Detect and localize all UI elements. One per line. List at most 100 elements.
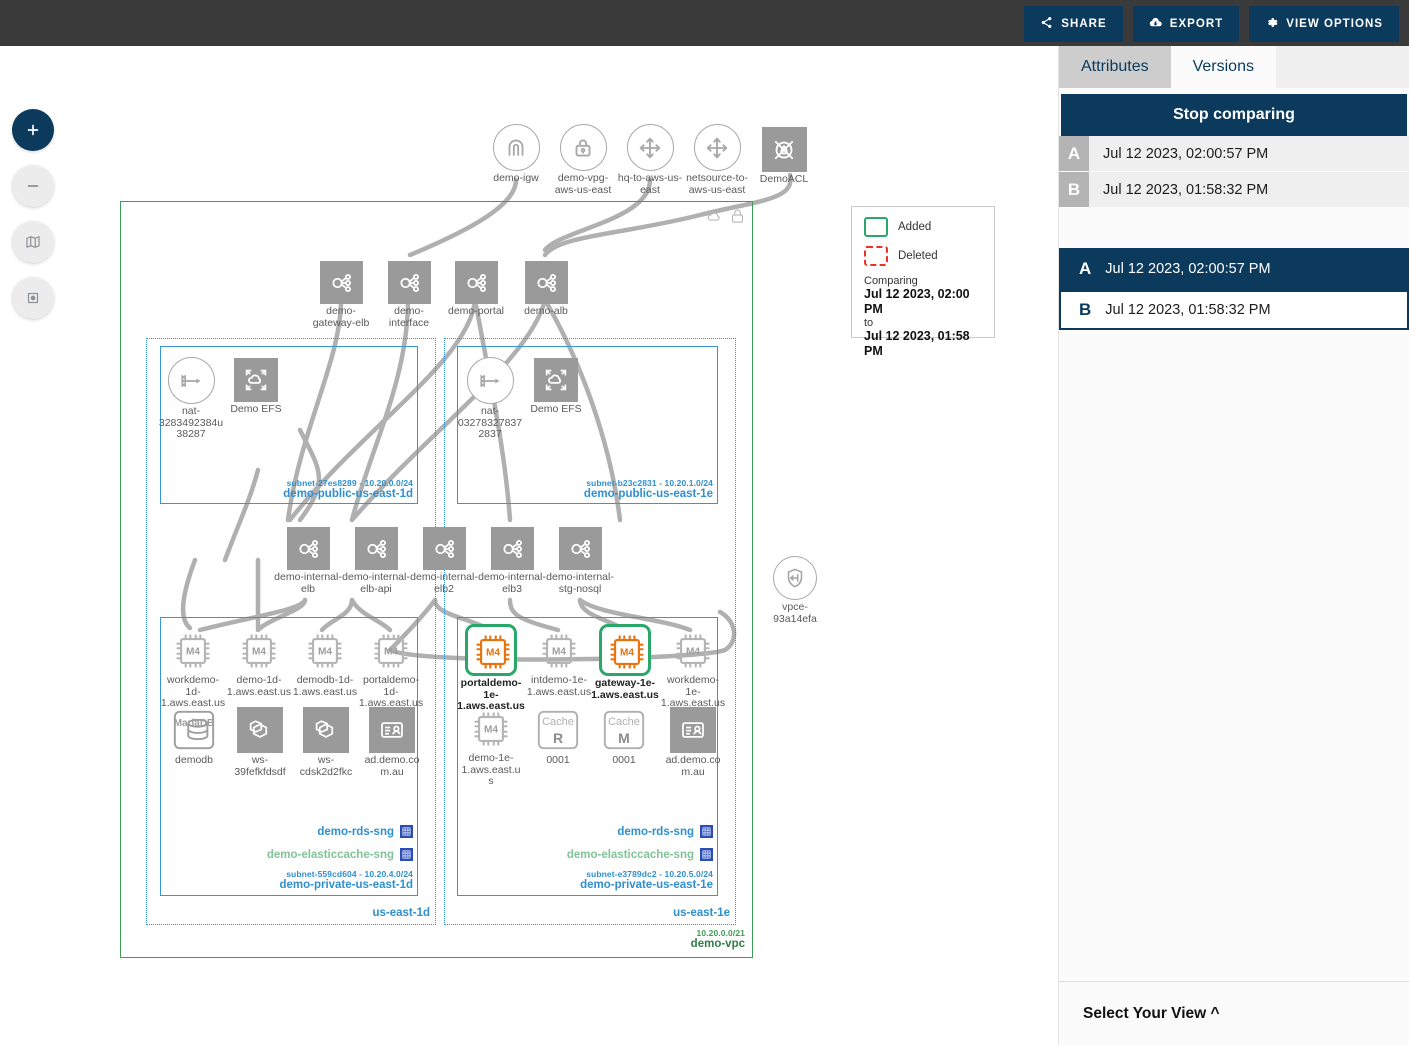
node-intdemo-1e[interactable]: M4 intdemo-1e-1.aws.east.us (526, 629, 592, 698)
node-demo-acl[interactable]: DemoACL (753, 127, 815, 186)
node-demo-portal[interactable]: demo-portal (441, 261, 511, 318)
node-demo-gateway-elb[interactable]: demo-gateway-elb (306, 261, 376, 329)
node-workdemo-1d[interactable]: M4 workdemo-1d-1.aws.east.us (160, 629, 226, 710)
efs-icon (534, 358, 578, 402)
node-demo-interface[interactable]: demo-interface (374, 261, 444, 329)
security-group-icon (700, 825, 713, 838)
node-demo-efs-1d[interactable]: Demo EFS (227, 358, 285, 416)
stop-comparing-button[interactable]: Stop comparing (1061, 94, 1407, 136)
sg-row-demo-rds-sng-1e[interactable]: demo-rds-sng (500, 825, 713, 838)
select-your-view-label: Select Your View ^ (1083, 1005, 1220, 1023)
node-label: demo-interface (374, 306, 444, 329)
node-ws-39fefkfdsdf[interactable]: ws-39fefkfdsdf (231, 707, 289, 778)
legend-date-b: Jul 12 2023, 01:58 PM (864, 329, 982, 359)
node-label: 0001 (531, 755, 585, 767)
node-ad-demo-1d[interactable]: ad.demo.com.au (363, 707, 421, 778)
sg-row-demo-elasticcache-sng-1d[interactable]: demo-elasticcache-sng (180, 848, 413, 861)
load-balancer-icon (423, 527, 466, 570)
node-demo-igw[interactable]: demo-igw (481, 124, 551, 185)
node-demo-internal-elb[interactable]: demo-internal-elb (274, 527, 342, 595)
subnet-public-1d-name: demo-public-us-east-1d (175, 488, 413, 500)
node-nat-1d[interactable]: nat-3283492384u38287 (156, 357, 226, 441)
node-label: gateway-1e-1.aws.east.us (591, 678, 659, 701)
sg-label: demo-elasticcache-sng (567, 849, 694, 861)
selected-badge-a: A (1079, 259, 1091, 279)
fit-to-screen-button[interactable] (12, 221, 54, 263)
tab-attributes[interactable]: Attributes (1059, 46, 1171, 88)
node-ws-cdsk2d2fkc[interactable]: ws-cdsk2d2fkc (297, 707, 355, 778)
node-demo-1e[interactable]: M4 demo-1e-1.aws.east.us (460, 707, 522, 788)
zoom-out-button[interactable] (12, 165, 54, 207)
node-demodb[interactable]: MariaDB demodb (165, 707, 223, 767)
node-demo-internal-stg-nosql[interactable]: demo-internal-stg-nosql (546, 527, 614, 595)
node-label: demo-gateway-elb (306, 306, 376, 329)
node-elasticache-m[interactable]: Cache M 0001 (597, 707, 651, 767)
node-demo-internal-elb3[interactable]: demo-internal-elb3 (478, 527, 546, 595)
subnet-public-1e-name: demo-public-us-east-1e (475, 488, 713, 500)
svg-text:M4: M4 (252, 647, 266, 658)
node-netsource-to-aws-us-east[interactable]: netsource-to-aws-us-east (682, 124, 752, 196)
node-label: intdemo-1e-1.aws.east.us (526, 675, 592, 698)
node-workdemo-1e[interactable]: M4 workdemo-1e-1.aws.east.us (660, 629, 726, 710)
cache-sub: R (535, 730, 581, 746)
node-hq-to-aws-us-east[interactable]: hq-to-aws-us-east (615, 124, 685, 196)
svg-text:M4: M4 (620, 648, 634, 659)
load-balancer-icon (455, 261, 498, 304)
export-button[interactable]: EXPORT (1133, 6, 1240, 42)
legend-deleted-label: Deleted (898, 250, 938, 262)
cache-badge: Cache (601, 716, 647, 728)
elasticache-icon: Cache R (535, 707, 581, 753)
legend-added-label: Added (898, 221, 931, 233)
svg-text:M4: M4 (384, 647, 398, 658)
cloud-icon (706, 208, 723, 230)
node-demo-alb[interactable]: demo-alb (511, 261, 581, 318)
subnet-public-1e-label: subnet-b23c2831 - 10.20.1.0/24 demo-publ… (475, 478, 713, 500)
node-label: demo-1d-1.aws.east.us (226, 675, 292, 698)
node-demo-internal-elb2[interactable]: demo-internal-elb2 (410, 527, 478, 595)
version-badge: A (1059, 136, 1089, 171)
ec2-instance-icon: M4 (469, 707, 513, 751)
legend-row-deleted: Deleted (864, 246, 982, 266)
subnet-private-1e-name: demo-private-us-east-1e (475, 879, 713, 891)
center-view-button[interactable] (12, 277, 54, 319)
sg-row-demo-elasticcache-sng-1e[interactable]: demo-elasticcache-sng (480, 848, 713, 861)
network-acl-icon (762, 127, 807, 172)
selected-version-b[interactable]: B Jul 12 2023, 01:58:32 PM (1059, 290, 1409, 330)
node-label: demo-1e-1.aws.east.us (460, 753, 522, 788)
version-row-b[interactable]: B Jul 12 2023, 01:58:32 PM (1059, 172, 1409, 208)
selected-badge-b: B (1079, 300, 1091, 320)
node-demo-efs-1e[interactable]: Demo EFS (527, 358, 585, 416)
share-button[interactable]: SHARE (1024, 6, 1122, 42)
node-portaldemo-1e[interactable]: M4 portaldemo-1e-1.aws.east.us (457, 624, 525, 713)
nat-gateway-icon (168, 357, 215, 404)
zoom-in-button[interactable] (12, 109, 54, 151)
selected-version-a[interactable]: A Jul 12 2023, 02:00:57 PM (1059, 248, 1409, 290)
node-demo-1d[interactable]: M4 demo-1d-1.aws.east.us (226, 629, 292, 698)
node-demo-internal-elb-api[interactable]: demo-internal-elb-api (342, 527, 410, 595)
tab-versions[interactable]: Versions (1171, 46, 1276, 88)
version-timestamp: Jul 12 2023, 01:58:32 PM (1089, 172, 1268, 207)
added-highlight: M4 (599, 624, 651, 676)
select-your-view-bar[interactable]: Select Your View ^ (1059, 981, 1409, 1045)
diagram-canvas[interactable]: 10.20.0.0/21 demo-vpc us-east-1d us-east… (0, 46, 1058, 1045)
node-demodb-1d[interactable]: M4 demodb-1d-1.aws.east.us (292, 629, 358, 698)
svg-text:M4: M4 (186, 647, 200, 658)
node-label: portaldemo-1d-1.aws.east.us (358, 675, 424, 710)
node-label: demo-vpg-aws-us-east (548, 173, 618, 196)
view-options-button[interactable]: VIEW OPTIONS (1249, 6, 1399, 42)
node-nat-1e[interactable]: nat-032783278372837 (455, 357, 525, 441)
node-portaldemo-1d[interactable]: M4 portaldemo-1d-1.aws.east.us (358, 629, 424, 710)
node-demo-vpg-aws-us-east[interactable]: demo-vpg-aws-us-east (548, 124, 618, 196)
rds-mariadb-icon: MariaDB (171, 707, 217, 753)
node-gateway-1e[interactable]: M4 gateway-1e-1.aws.east.us (591, 624, 659, 701)
version-row-a[interactable]: A Jul 12 2023, 02:00:57 PM (1059, 136, 1409, 172)
ec2-instance-icon: M4 (171, 629, 215, 673)
node-vpce[interactable]: vpce-93a14efa (761, 556, 829, 625)
node-label: demo-igw (481, 173, 551, 185)
version-badge: B (1059, 172, 1089, 207)
az-label-us-east-1e: us-east-1e (630, 907, 730, 919)
node-ad-demo-1e[interactable]: ad.demo.com.au (664, 707, 722, 778)
node-elasticache-r[interactable]: Cache R 0001 (531, 707, 585, 767)
share-icon (1040, 16, 1053, 32)
sg-row-demo-rds-sng-1d[interactable]: demo-rds-sng (200, 825, 413, 838)
